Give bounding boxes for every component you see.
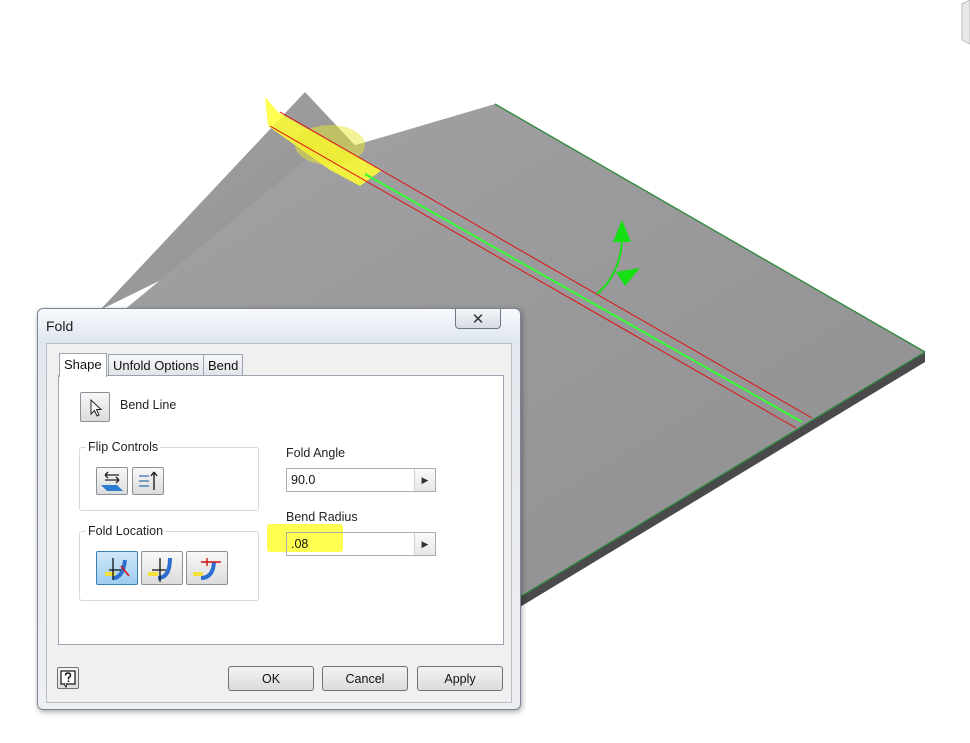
highlight-blob [295,125,365,165]
close-icon: ✕ [471,310,485,328]
flip-direction-button[interactable] [132,467,164,495]
tab-shape[interactable]: Shape [59,353,107,377]
tab-shape-label: Shape [64,357,102,372]
fold-location-group: Fold Location [79,524,259,601]
flip-side-icon [101,471,123,491]
bend-line-select-button[interactable] [80,392,110,422]
title-bar[interactable]: Fold ✕ [38,309,520,343]
tab-unfold-options[interactable]: Unfold Options [108,354,204,375]
fold-angle-input[interactable] [287,469,423,491]
bend-line-label: Bend Line [120,398,177,412]
fold-location-centerline-button[interactable] [96,551,138,585]
end-of-bend-icon [193,558,221,580]
shape-tab-panel: Bend Line Flip Controls Fold Location Fo… [58,375,504,645]
flip-controls-label: Flip Controls [86,440,161,454]
apply-button[interactable]: Apply [417,666,503,691]
fold-angle-field: ▶ [286,468,436,492]
help-button[interactable] [57,667,79,689]
ok-button[interactable]: OK [228,666,314,691]
fold-angle-flyout-button[interactable]: ▶ [414,469,435,491]
close-button[interactable]: ✕ [455,309,501,329]
help-icon [60,670,76,689]
bend-radius-label: Bend Radius [286,510,358,524]
fold-angle-label: Fold Angle [286,446,346,460]
centerline-of-bend-icon [105,558,130,580]
cursor-arrow-icon [90,398,103,417]
bend-radius-input[interactable] [287,533,423,555]
cancel-button[interactable]: Cancel [322,666,408,691]
bend-radius-field: ▶ [286,532,436,556]
fold-dialog: Fold ✕ Shape Unfold Options Bend Bend Li… [37,308,521,710]
flip-side-button[interactable] [96,467,128,495]
play-arrow-icon: ▶ [421,474,429,485]
fold-location-end-button[interactable] [186,551,228,585]
view-cube-icon[interactable] [961,0,970,45]
bend-radius-flyout-button[interactable]: ▶ [414,533,435,555]
dialog-client: Shape Unfold Options Bend Bend Line Flip… [46,343,512,703]
tab-unfold-options-label: Unfold Options [113,358,199,373]
tab-bend-label: Bend [208,358,239,373]
start-of-bend-icon [148,557,172,582]
fold-location-start-button[interactable] [141,551,183,585]
fold-location-label: Fold Location [86,524,166,538]
flip-direction-icon [139,471,158,490]
tab-bend[interactable]: Bend [203,354,244,375]
dialog-title: Fold [46,318,74,334]
play-arrow-icon-2: ▶ [421,538,429,549]
flip-controls-group: Flip Controls [79,440,259,511]
